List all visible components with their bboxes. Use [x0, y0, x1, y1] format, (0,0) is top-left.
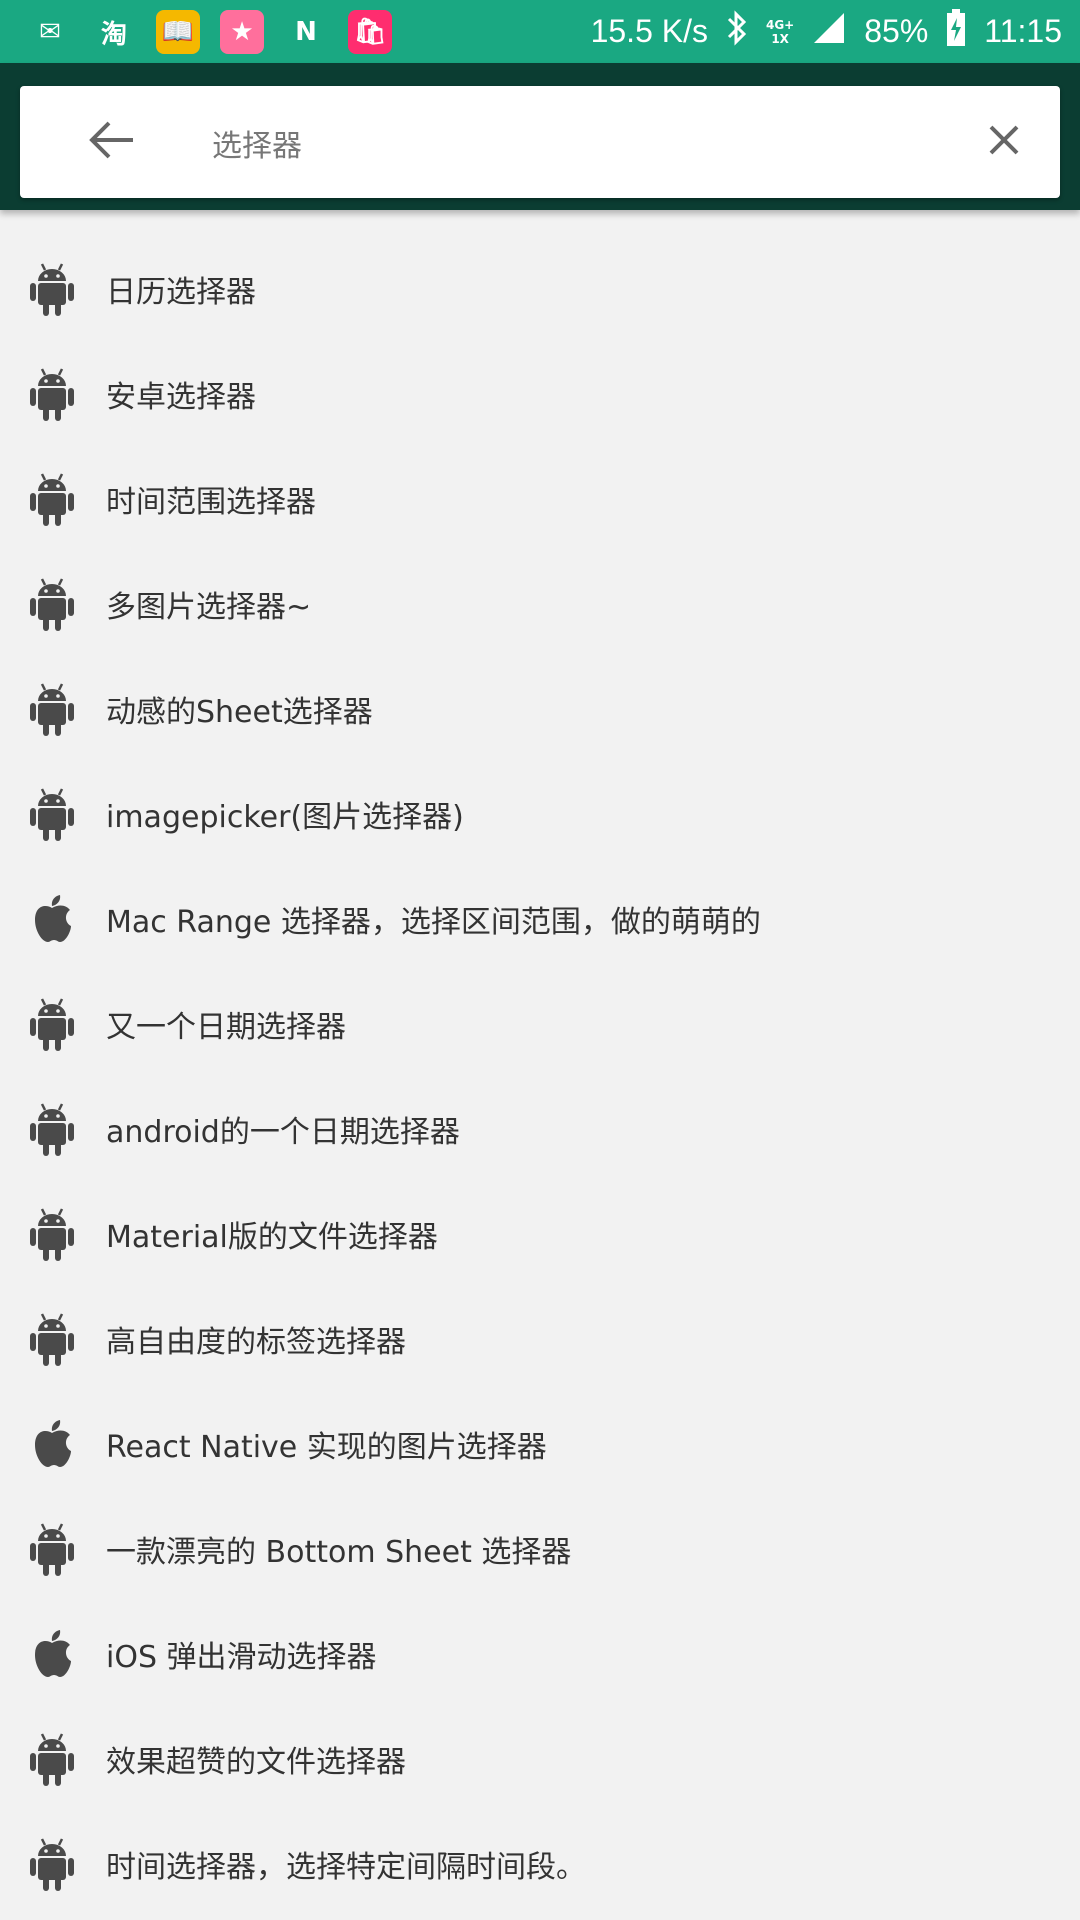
back-button[interactable]	[76, 106, 148, 178]
clear-button[interactable]	[970, 108, 1038, 176]
list-item-label: 时间选择器，选择特定间隔时间段。	[106, 1849, 586, 1885]
list-item-label: imagepicker(图片选择器)	[106, 799, 464, 835]
list-item-label: 又一个日期选择器	[106, 1009, 346, 1045]
list-item[interactable]: 一款漂亮的 Bottom Sheet 选择器	[0, 1496, 1080, 1601]
android-icon	[26, 679, 78, 739]
apple-icon	[26, 889, 78, 949]
list-item-label: Material版的文件选择器	[106, 1219, 438, 1255]
android-icon	[26, 1519, 78, 1579]
android-icon	[26, 784, 78, 844]
battery-charging-icon	[946, 8, 966, 55]
android-icon	[26, 1309, 78, 1369]
close-icon	[988, 124, 1020, 160]
list-item-label: 安卓选择器	[106, 379, 256, 415]
android-icon	[26, 1834, 78, 1894]
taobao-icon: 淘	[92, 10, 136, 54]
list-item[interactable]: 多图片选择器~	[0, 551, 1080, 656]
list-item[interactable]: 效果超赞的文件选择器	[0, 1706, 1080, 1811]
list-item[interactable]: 时间范围选择器	[0, 446, 1080, 551]
list-item-label: 多图片选择器~	[106, 589, 312, 625]
list-item-label: 动感的Sheet选择器	[106, 694, 373, 730]
mail-icon: ✉	[28, 10, 72, 54]
battery-percent: 85%	[864, 13, 929, 49]
list-item-label: android的一个日期选择器	[106, 1114, 460, 1150]
list-item-label: 高自由度的标签选择器	[106, 1324, 406, 1360]
apple-icon	[26, 1414, 78, 1474]
star-app-icon: ★	[220, 10, 264, 54]
apple-icon	[26, 1624, 78, 1684]
list-item[interactable]: 高自由度的标签选择器	[0, 1286, 1080, 1391]
list-item[interactable]: 动感的Sheet选择器	[0, 656, 1080, 761]
list-item-label: iOS 弹出滑动选择器	[106, 1639, 377, 1675]
list-item[interactable]: iOS 弹出滑动选择器	[0, 1601, 1080, 1706]
list-item[interactable]: android的一个日期选择器	[0, 1076, 1080, 1181]
notification-icons: ✉ 淘 📖 ★ N 🛍	[28, 9, 392, 55]
network-type: 4G+ 1X	[765, 17, 795, 46]
android-icon	[26, 994, 78, 1054]
search-bar	[20, 86, 1060, 198]
list-item[interactable]: React Native 实现的图片选择器	[0, 1391, 1080, 1496]
shopping-bag-icon: 🛍	[348, 10, 392, 54]
bluetooth-icon	[726, 9, 748, 54]
system-status: 15.5 K/s 4G+ 1X 85% 11:15	[591, 0, 1062, 63]
list-item[interactable]: 时间选择器，选择特定间隔时间段。	[0, 1811, 1080, 1916]
android-icon	[26, 1729, 78, 1789]
arrow-left-icon	[89, 120, 135, 164]
list-item[interactable]: Mac Range 选择器，选择区间范围，做的萌萌的	[0, 866, 1080, 971]
list-item[interactable]: 日历选择器	[0, 236, 1080, 341]
android-icon	[26, 1099, 78, 1159]
android-icon	[26, 259, 78, 319]
n-app-icon: N	[284, 10, 328, 54]
list-item-label: React Native 实现的图片选择器	[106, 1429, 547, 1465]
list-item-label: 日历选择器	[106, 274, 256, 310]
android-icon	[26, 1204, 78, 1264]
status-bar: ✉ 淘 📖 ★ N 🛍 15.5 K/s 4G+ 1X 85% 11:15	[0, 0, 1080, 63]
list-item-label: Mac Range 选择器，选择区间范围，做的萌萌的	[106, 904, 761, 940]
signal-icon	[812, 11, 846, 53]
android-icon	[26, 469, 78, 529]
book-app-icon: 📖	[156, 10, 200, 54]
result-list: 日历选择器 安卓选择器 时间范围选择器 多图片选择器~ 动感的Sheet选择器 …	[0, 210, 1080, 1920]
network-speed: 15.5 K/s	[590, 13, 708, 49]
list-item[interactable]: Material版的文件选择器	[0, 1181, 1080, 1286]
android-icon	[26, 574, 78, 634]
list-item-label: 效果超赞的文件选择器	[106, 1744, 406, 1780]
clock: 11:15	[984, 13, 1062, 49]
list-item[interactable]: 安卓选择器	[0, 341, 1080, 446]
list-item-label: 一款漂亮的 Bottom Sheet 选择器	[106, 1534, 572, 1570]
list-item[interactable]: imagepicker(图片选择器)	[0, 761, 1080, 866]
search-input[interactable]	[210, 110, 934, 176]
list-item-label: 时间范围选择器	[106, 484, 316, 520]
list-item[interactable]: 又一个日期选择器	[0, 971, 1080, 1076]
android-icon	[26, 364, 78, 424]
